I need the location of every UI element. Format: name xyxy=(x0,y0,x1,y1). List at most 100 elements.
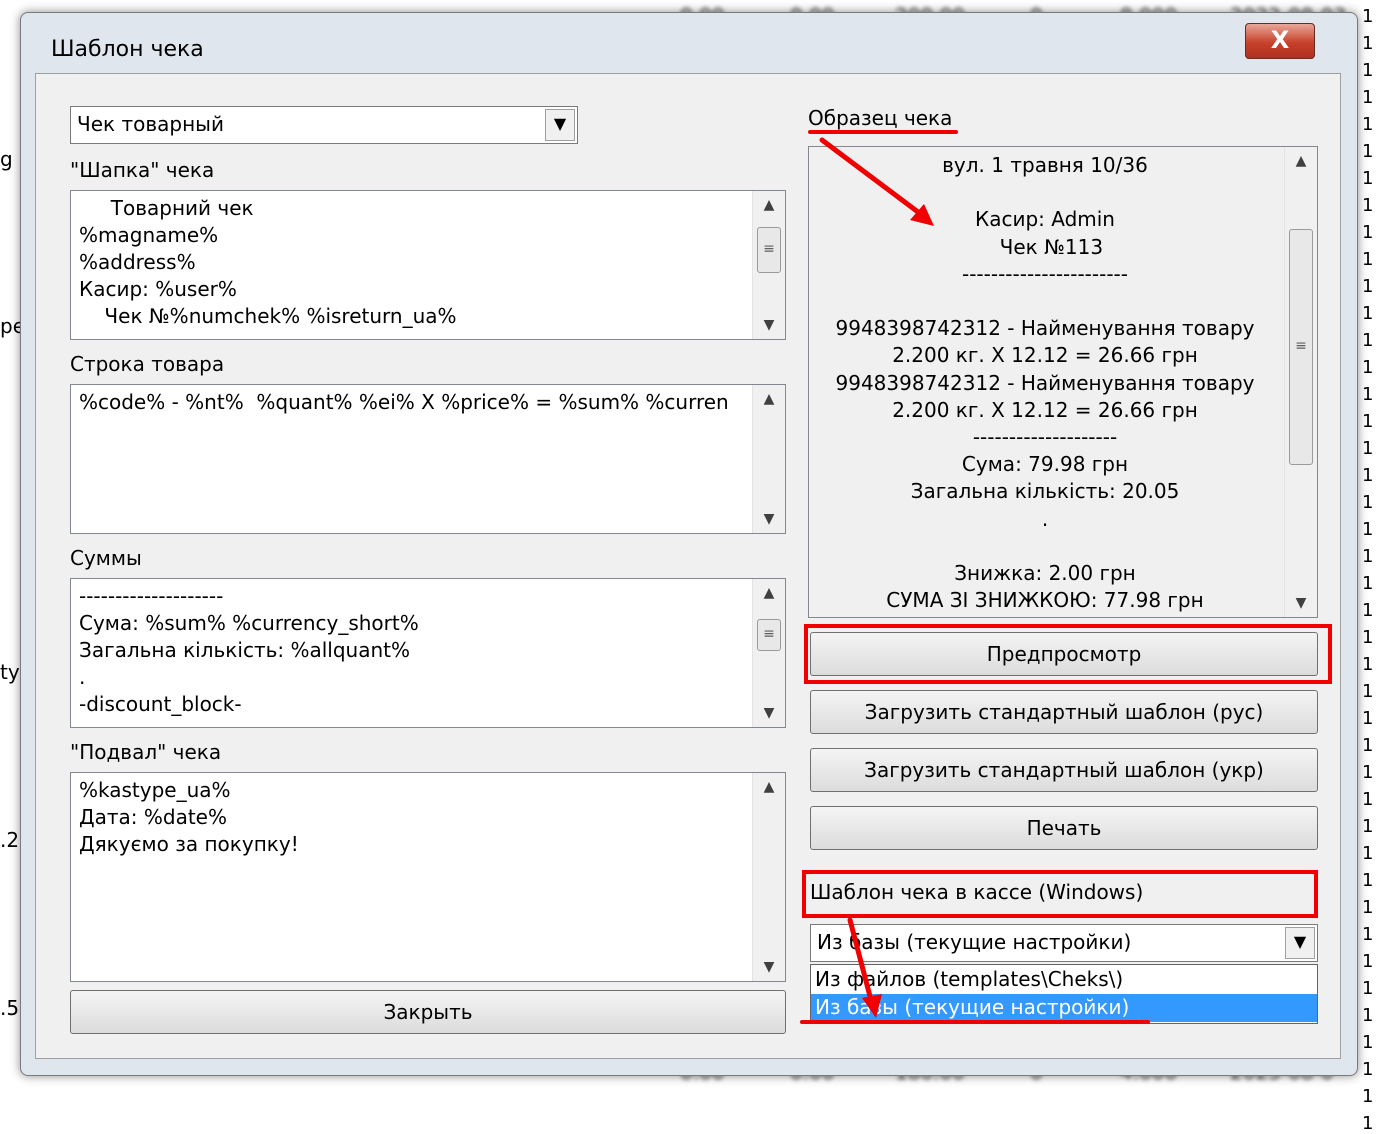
bg-right-cell: 1 xyxy=(1362,465,1374,486)
annotation-box-kassa-label xyxy=(802,870,1318,918)
bg-right-cell: 1 xyxy=(1362,6,1374,27)
bg-right-cell: 1 xyxy=(1362,276,1374,297)
chevron-down-icon[interactable]: ▼ xyxy=(545,109,575,141)
bg-fragment: ty xyxy=(0,660,20,684)
scroll-down-icon[interactable]: ▼ xyxy=(753,505,785,533)
bg-right-cell: 1 xyxy=(1362,222,1374,243)
scroll-thumb[interactable]: ≡ xyxy=(1289,229,1313,465)
preview-line: Чек №113 xyxy=(986,234,1104,259)
scroll-up-icon[interactable]: ▲ xyxy=(753,191,785,219)
bg-right-cell: 1 xyxy=(1362,1059,1374,1080)
scroll-down-icon[interactable]: ▼ xyxy=(753,953,785,981)
bg-right-cell: 1 xyxy=(1362,60,1374,81)
template-dialog-window: Шаблон чека X Чек товарный ▼ "Шапка" чек… xyxy=(20,12,1358,1076)
scroll-down-icon[interactable]: ▼ xyxy=(753,699,785,727)
bg-right-cell: 1 xyxy=(1362,708,1374,729)
item-scrollbar[interactable]: ▲ ▼ xyxy=(752,385,785,533)
bg-right-cell: 1 xyxy=(1362,600,1374,621)
preview-line: -------------------- xyxy=(972,425,1118,449)
window-title: Шаблон чека xyxy=(51,37,204,62)
header-textarea[interactable]: Товарний чек %magname% %address% Касир: … xyxy=(70,190,786,340)
preview-line: СУМА ЗІ ЗНИЖКОЮ: 77.98 грн xyxy=(886,588,1204,613)
bg-right-cell: 1 xyxy=(1362,546,1374,567)
sums-section-label: Суммы xyxy=(70,546,142,570)
print-button[interactable]: Печать xyxy=(810,806,1318,850)
preview-line: Сума: 79.98 грн xyxy=(961,452,1129,477)
bg-right-cell: 1 xyxy=(1362,1086,1374,1107)
preview-label: Образец чека xyxy=(808,106,953,130)
item-text: %code% - %nt% %quant% %ei% X %price% = %… xyxy=(79,390,729,414)
bg-right-cell: 1 xyxy=(1362,978,1374,999)
preview-line: . xyxy=(1041,506,1049,531)
bg-right-cell: 1 xyxy=(1362,330,1374,351)
bg-right-cell: 1 xyxy=(1362,519,1374,540)
chevron-down-icon[interactable]: ▼ xyxy=(1285,927,1315,959)
close-window-button[interactable]: X xyxy=(1245,23,1315,59)
bg-right-cell: 1 xyxy=(1362,654,1374,675)
footer-scrollbar[interactable]: ▲ ▼ xyxy=(752,773,785,981)
bg-right-cell: 1 xyxy=(1362,492,1374,513)
preview-line: Знижка: 2.00 грн xyxy=(954,561,1136,585)
bg-right-cell: 1 xyxy=(1362,87,1374,108)
annotation-arrow xyxy=(819,137,934,226)
bg-right-cell: 1 xyxy=(1362,114,1374,135)
bg-right-cell: 1 xyxy=(1362,438,1374,459)
header-section-label: "Шапка" чека xyxy=(70,158,215,182)
preview-line: 9948398742312 - Найменування товару xyxy=(835,370,1255,395)
header-text: Товарний чек %magname% %address% Касир: … xyxy=(79,196,457,328)
bg-right-cell: 1 xyxy=(1362,411,1374,432)
annotation-box-preview xyxy=(804,624,1332,684)
bg-right-cell: 1 xyxy=(1362,924,1374,945)
bg-fragment: .5 xyxy=(0,996,20,1020)
scroll-up-icon[interactable]: ▲ xyxy=(753,579,785,607)
footer-section-label: "Подвал" чека xyxy=(70,740,222,764)
scroll-up-icon[interactable]: ▲ xyxy=(753,773,785,801)
bg-right-cell: 1 xyxy=(1362,573,1374,594)
scroll-up-icon[interactable]: ▲ xyxy=(1285,147,1317,175)
scroll-thumb[interactable]: ≡ xyxy=(757,619,781,651)
annotation-underline xyxy=(800,1020,1150,1024)
bg-right-cell: 1 xyxy=(1362,357,1374,378)
footer-text: %kastype_ua% Дата: %date% Дякуємо за пок… xyxy=(79,778,299,856)
header-scrollbar[interactable]: ▲ ≡ ▼ xyxy=(752,191,785,339)
item-section-label: Строка товара xyxy=(70,352,225,376)
item-textarea[interactable]: %code% - %nt% %quant% %ei% X %price% = %… xyxy=(70,384,786,534)
bg-right-cell: 1 xyxy=(1362,1113,1374,1134)
load-standard-ukr-button[interactable]: Загрузить стандартный шаблон (укр) xyxy=(810,748,1318,792)
preview-scrollbar[interactable]: ▲ ≡ ▼ xyxy=(1284,147,1317,617)
scroll-down-icon[interactable]: ▼ xyxy=(1285,589,1317,617)
preview-line: ----------------------- xyxy=(962,261,1128,286)
annotation-arrow xyxy=(847,917,882,1018)
close-button[interactable]: Закрыть xyxy=(70,990,786,1034)
bg-right-cell: 1 xyxy=(1362,816,1374,837)
bg-right-cell: 1 xyxy=(1362,141,1374,162)
preview-line: 9948398742312 - Найменування товару xyxy=(835,316,1255,341)
scroll-down-icon[interactable]: ▼ xyxy=(753,311,785,339)
scroll-thumb[interactable]: ≡ xyxy=(757,227,781,273)
bg-right-cell: 1 xyxy=(1362,33,1374,54)
sums-scrollbar[interactable]: ▲ ≡ ▼ xyxy=(752,579,785,727)
bg-right-cell: 1 xyxy=(1362,384,1374,405)
bg-right-cell: 1 xyxy=(1362,627,1374,648)
load-standard-rus-button[interactable]: Загрузить стандартный шаблон (рус) xyxy=(810,690,1318,734)
bg-right-cell: 1 xyxy=(1362,1032,1374,1053)
bg-fragment: .2 xyxy=(0,828,20,852)
dialog-client-area: Чек товарный ▼ "Шапка" чека Товарний чек… xyxy=(35,73,1341,1059)
bg-right-cell: 1 xyxy=(1362,195,1374,216)
preview-line: Загальна кількість: 20.05 xyxy=(910,479,1180,504)
sums-textarea[interactable]: -------------------- Сума: %sum% %curren… xyxy=(70,578,786,728)
template-type-value: Чек товарный xyxy=(77,112,224,136)
bg-right-cell: 1 xyxy=(1362,1005,1374,1026)
bg-right-cell: 1 xyxy=(1362,249,1374,270)
bg-right-cell: 1 xyxy=(1362,897,1374,918)
bg-right-cell: 1 xyxy=(1362,762,1374,783)
bg-right-cell: 1 xyxy=(1362,303,1374,324)
template-type-select[interactable]: Чек товарный ▼ xyxy=(70,106,578,144)
bg-right-cell: 1 xyxy=(1362,168,1374,189)
footer-textarea[interactable]: %kastype_ua% Дата: %date% Дякуємо за пок… xyxy=(70,772,786,982)
bg-right-cell: 1 xyxy=(1362,843,1374,864)
preview-line: 2.200 кг. X 12.12 = 26.66 грн xyxy=(892,343,1198,368)
preview-line: 2.200 кг. X 12.12 = 26.66 грн xyxy=(892,397,1198,422)
scroll-up-icon[interactable]: ▲ xyxy=(753,385,785,413)
bg-right-cell: 1 xyxy=(1362,951,1374,972)
